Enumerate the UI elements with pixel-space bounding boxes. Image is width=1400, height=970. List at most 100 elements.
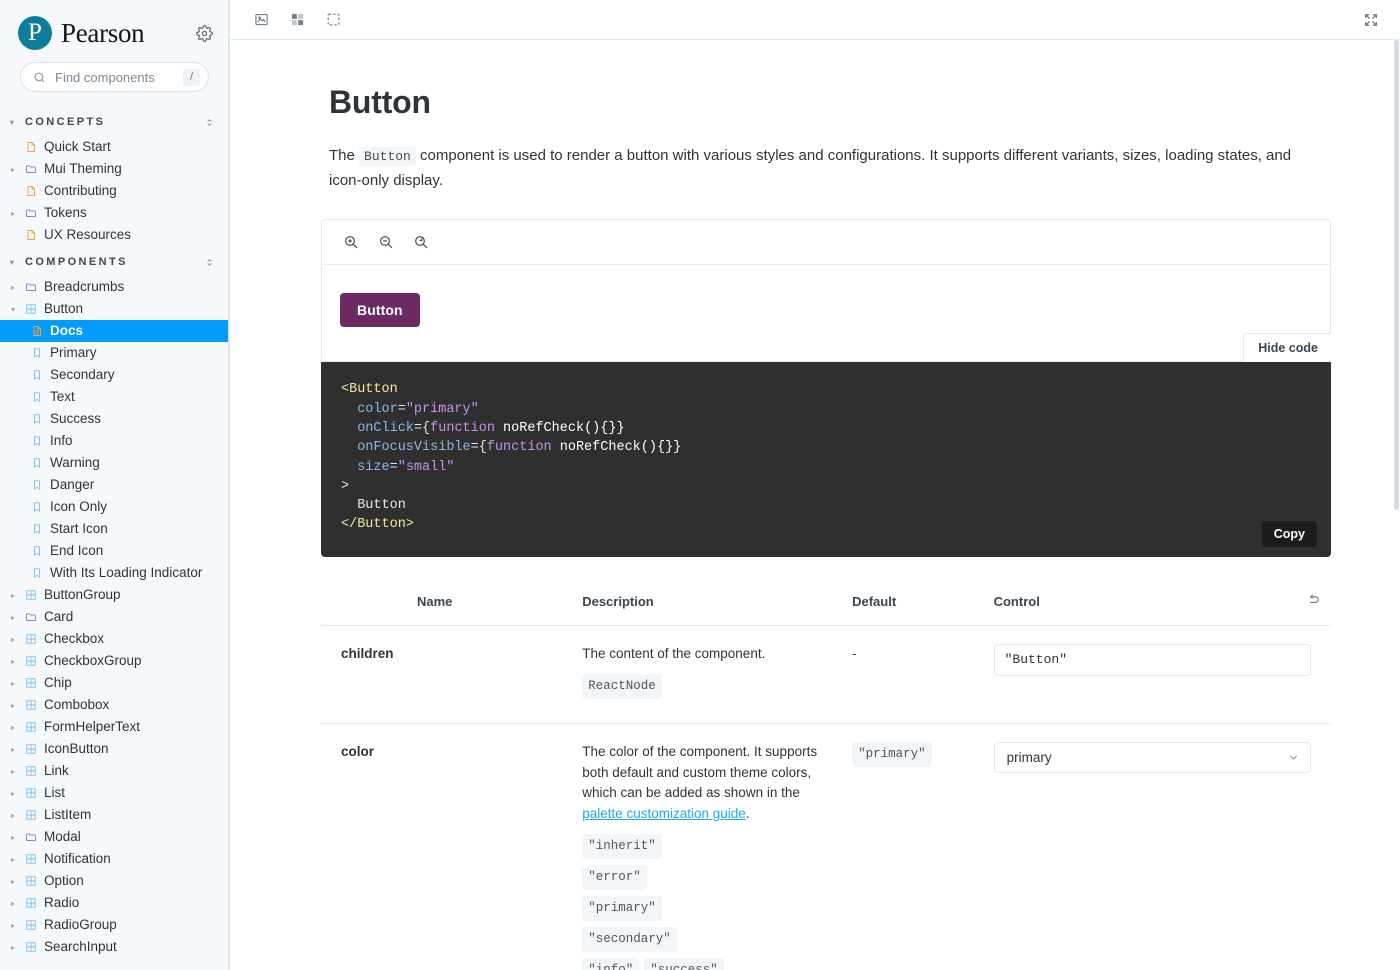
fullscreen-expand-icon[interactable] [1358, 8, 1384, 32]
chevron-right-icon[interactable]: ▸ [8, 165, 18, 174]
search-box[interactable]: / [20, 62, 209, 92]
main-panel: Button The Button component is used to r… [230, 0, 1400, 970]
gear-icon[interactable] [193, 22, 215, 44]
sidebar-item-formhelpertext[interactable]: ▸ FormHelperText [0, 716, 229, 738]
sidebar-item-secondary[interactable]: Secondary [0, 364, 229, 386]
expand-all-icon[interactable] [204, 257, 215, 268]
palette-customization-link[interactable]: palette customization guide [582, 806, 746, 821]
sidebar-item-modal[interactable]: ▸ Modal [0, 826, 229, 848]
chevron-right-icon[interactable]: ▸ [8, 943, 18, 952]
sidebar-item-docs[interactable]: Docs [0, 320, 229, 342]
sidebar-item-label: Breadcrumbs [44, 279, 125, 295]
chevron-right-icon[interactable]: ▸ [8, 657, 18, 666]
scrollbar-thumb[interactable] [1394, 40, 1399, 510]
sidebar-item-chip[interactable]: ▸ Chip [0, 672, 229, 694]
code-token: size [357, 459, 390, 475]
chevron-right-icon[interactable]: ▸ [8, 723, 18, 732]
chevron-right-icon[interactable]: ▸ [8, 745, 18, 754]
chevron-right-icon[interactable]: ▸ [8, 833, 18, 842]
chevron-right-icon[interactable]: ▸ [8, 921, 18, 930]
expand-all-icon[interactable] [204, 117, 215, 128]
component-icon [24, 897, 38, 909]
sidebar-item-checkbox[interactable]: ▸ Checkbox [0, 628, 229, 650]
sidebar-item-label: RadioGroup [44, 917, 117, 933]
chevron-right-icon[interactable]: ▸ [8, 679, 18, 688]
story-icon [30, 391, 44, 403]
sidebar-item-option[interactable]: ▸ Option [0, 870, 229, 892]
chevron-right-icon[interactable]: ▸ [8, 811, 18, 820]
chevron-right-icon[interactable]: ▸ [8, 767, 18, 776]
chevron-right-icon[interactable]: ▸ [8, 613, 18, 622]
demo-button[interactable]: Button [340, 293, 420, 328]
chevron-right-icon[interactable]: ▸ [8, 701, 18, 710]
chevron-right-icon[interactable]: ▸ [8, 855, 18, 864]
code-token: { [422, 420, 431, 436]
sidebar-item-text[interactable]: Text [0, 386, 229, 408]
section-header-concepts[interactable]: ▾ CONCEPTS [0, 106, 229, 136]
sidebar-item-iconbutton[interactable]: ▸ IconButton [0, 738, 229, 760]
docs-icon [30, 325, 44, 337]
sidebar-item-warning[interactable]: Warning [0, 452, 229, 474]
grid-icon[interactable] [284, 8, 310, 32]
zoom-reset-icon[interactable] [410, 231, 432, 253]
sidebar-item-success[interactable]: Success [0, 408, 229, 430]
sidebar-item-start-icon[interactable]: Start Icon [0, 518, 229, 540]
chevron-down-icon[interactable]: ▾ [8, 305, 18, 314]
sidebar-item-with-its-loading-indicator[interactable]: With Its Loading Indicator [0, 562, 229, 584]
chevron-right-icon[interactable]: ▸ [8, 591, 18, 600]
section-header-components[interactable]: ▾ COMPONENTS [0, 246, 229, 276]
sidebar-item-card[interactable]: ▸ Card [0, 606, 229, 628]
intro-after: component is used to render a button wit… [329, 147, 1292, 190]
sidebar-item-breadcrumbs[interactable]: ▸ Breadcrumbs [0, 276, 229, 298]
sidebar-item-checkboxgroup[interactable]: ▸ CheckboxGroup [0, 650, 229, 672]
sidebar-item-info[interactable]: Info [0, 430, 229, 452]
code-token: onFocusVisible [357, 440, 471, 456]
sidebar-item-radio[interactable]: ▸ Radio [0, 892, 229, 914]
code-token: = [389, 459, 398, 475]
chevron-down-icon [1287, 751, 1300, 764]
preview-stage: Button [322, 265, 1330, 361]
page-intro: The Button component is used to render a… [329, 143, 1314, 193]
sidebar-item-danger[interactable]: Danger [0, 474, 229, 496]
sidebar-item-end-icon[interactable]: End Icon [0, 540, 229, 562]
sidebar-item-listitem[interactable]: ▸ ListItem [0, 804, 229, 826]
sidebar-item-buttongroup[interactable]: ▸ ButtonGroup [0, 584, 229, 606]
search-input[interactable] [55, 69, 174, 85]
sidebar-item-quick-start[interactable]: Quick Start [0, 136, 229, 158]
description-text: The color of the component. It supports … [582, 744, 818, 801]
sidebar-resize-handle[interactable] [228, 0, 229, 970]
chevron-right-icon[interactable]: ▸ [8, 635, 18, 644]
sidebar-item-combobox[interactable]: ▸ Combobox [0, 694, 229, 716]
sidebar-item-primary[interactable]: Primary [0, 342, 229, 364]
sidebar-item-searchinput[interactable]: ▸ SearchInput [0, 936, 229, 958]
props-table-head: Name Description Default Control [321, 592, 1331, 626]
chevron-right-icon[interactable]: ▸ [8, 209, 18, 218]
zoom-in-icon[interactable] [340, 231, 362, 253]
sidebar-item-label: Contributing [44, 183, 117, 199]
chevron-right-icon[interactable]: ▸ [8, 283, 18, 292]
sidebar-item-icon-only[interactable]: Icon Only [0, 496, 229, 518]
sidebar-item-mui-theming[interactable]: ▸ Mui Theming [0, 158, 229, 180]
sidebar-item-list[interactable]: ▸ List [0, 782, 229, 804]
control-textarea[interactable] [993, 643, 1311, 676]
document-icon [24, 141, 38, 153]
chevron-right-icon[interactable]: ▸ [8, 899, 18, 908]
control-select[interactable]: primary [993, 742, 1311, 774]
measure-icon[interactable] [320, 8, 346, 32]
reset-controls-icon[interactable] [1306, 593, 1321, 608]
sidebar-item-tokens[interactable]: ▸ Tokens [0, 202, 229, 224]
zoom-out-icon[interactable] [375, 231, 397, 253]
main-scrollbar[interactable] [1393, 40, 1400, 970]
chevron-right-icon[interactable]: ▸ [8, 789, 18, 798]
sidebar-item-notification[interactable]: ▸ Notification [0, 848, 229, 870]
sidebar-item-ux-resources[interactable]: UX Resources [0, 224, 229, 246]
hide-code-button[interactable]: Hide code [1243, 333, 1331, 363]
sidebar-item-link[interactable]: ▸ Link [0, 760, 229, 782]
copy-button[interactable]: Copy [1261, 520, 1317, 547]
sidebar-item-contributing[interactable]: Contributing [0, 180, 229, 202]
sidebar-item-button[interactable]: ▾ Button [0, 298, 229, 320]
chevron-right-icon[interactable]: ▸ [8, 877, 18, 886]
image-zoom-icon[interactable] [248, 8, 274, 32]
props-header-row: Name Description Default Control [321, 592, 1331, 626]
sidebar-item-radiogroup[interactable]: ▸ RadioGroup [0, 914, 229, 936]
